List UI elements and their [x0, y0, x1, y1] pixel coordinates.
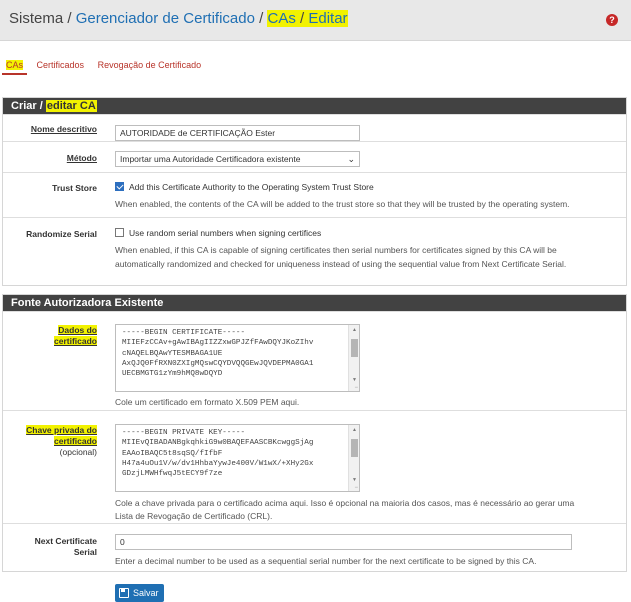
tab-cas[interactable]: CAs [2, 57, 28, 75]
panel-existing-source-title: Fonte Autorizadora Existente [3, 295, 626, 311]
resize-handle-icon[interactable]: − [354, 385, 358, 391]
private-key-textarea[interactable]: -----BEGIN PRIVATE KEY----- MIIEvQIBADAN… [115, 424, 360, 492]
tab-bar: CAs Certificados Revogação de Certificad… [2, 57, 208, 79]
randomize-serial-help-2: automatically randomized and checked for… [115, 259, 567, 269]
row-next-serial: Next Certificate Serial 0 Enter a decima… [3, 523, 626, 571]
trust-store-checkbox-label: Add this Certificate Authority to the Op… [129, 182, 374, 192]
method-select[interactable]: Importar uma Autoridade Certificadora ex… [115, 151, 360, 167]
breadcrumb-root: Sistema [9, 10, 64, 27]
panel-edit-ca-title: Criar / editar CA [3, 98, 626, 114]
scroll-up-icon[interactable]: ▲ [352, 427, 357, 433]
scrollbar-thumb[interactable] [351, 439, 358, 457]
scroll-up-icon[interactable]: ▲ [352, 327, 357, 333]
randomize-serial-checkbox-label: Use random serial numbers when signing c… [129, 228, 322, 238]
row-randomize-serial: Randomize Serial Use random serial numbe… [3, 217, 626, 277]
next-serial-input[interactable]: 0 [115, 534, 572, 550]
trust-store-help: When enabled, the contents of the CA wil… [115, 199, 570, 209]
scroll-down-icon[interactable]: ▼ [352, 477, 357, 483]
scrollbar[interactable]: ▲ ▼ [348, 325, 359, 391]
row-method: Método Importar uma Autoridade Certifica… [3, 141, 626, 172]
private-key-label: Chave privada do certificado (opcional) [26, 425, 97, 457]
breadcrumb-cas[interactable]: CAs [267, 10, 295, 27]
chevron-down-icon: ⌄ [347, 154, 355, 164]
save-disk-icon [119, 588, 129, 598]
panel-edit-ca: Criar / editar CA Nome descritivo AUTORI… [2, 97, 627, 286]
trust-store-label: Trust Store [52, 183, 97, 193]
scrollbar-thumb[interactable] [351, 339, 358, 357]
panel-existing-source: Fonte Autorizadora Existente Dados do ce… [2, 294, 627, 572]
breadcrumb-edit[interactable]: Editar [308, 10, 347, 27]
tab-certificados[interactable]: Certificados [33, 57, 89, 73]
resize-handle-icon[interactable]: − [354, 485, 358, 491]
certificate-data-label: Dados do certificado [54, 325, 97, 346]
randomize-serial-label: Randomize Serial [26, 229, 97, 239]
randomize-serial-checkbox[interactable] [115, 228, 124, 237]
certificate-data-help: Cole um certificado em formato X.509 PEM… [115, 397, 300, 407]
scrollbar[interactable]: ▲ ▼ [348, 425, 359, 491]
next-serial-label: Next Certificate Serial [34, 536, 97, 557]
breadcrumb-cert-manager[interactable]: Gerenciador de Certificado [76, 10, 255, 27]
breadcrumb-highlight: CAs / Editar [267, 10, 348, 27]
trust-store-checkbox[interactable] [115, 182, 124, 191]
method-label: Método [66, 153, 97, 163]
descriptive-name-label: Nome descritivo [30, 124, 97, 134]
row-descriptive-name: Nome descritivo AUTORIDADE de CERTIFICAÇ… [3, 114, 626, 141]
row-private-key: Chave privada do certificado (opcional) … [3, 410, 626, 523]
descriptive-name-input[interactable]: AUTORIDADE de CERTIFICAÇÃO Ester [115, 125, 360, 141]
randomize-serial-help-1: When enabled, if this CA is capable of s… [115, 245, 557, 255]
breadcrumb: Sistema / Gerenciador de Certificado / C… [9, 10, 348, 27]
row-trust-store: Trust Store Add this Certificate Authori… [3, 172, 626, 217]
save-button[interactable]: Salvar [115, 584, 164, 602]
row-certificate-data: Dados do certificado -----BEGIN CERTIFIC… [3, 311, 626, 410]
next-serial-help: Enter a decimal number to be used as a s… [115, 556, 537, 566]
top-bar: Sistema / Gerenciador de Certificado / C… [0, 0, 631, 41]
question-circle-icon[interactable]: ? [606, 14, 618, 26]
private-key-help-2: Lista de Revogação de Certificado (CRL). [115, 511, 273, 521]
tab-revogacao[interactable]: Revogação de Certificado [94, 57, 206, 73]
private-key-help-1: Cole a chave privada para o certificado … [115, 498, 575, 508]
scroll-down-icon[interactable]: ▼ [352, 377, 357, 383]
certificate-data-textarea[interactable]: -----BEGIN CERTIFICATE----- MIIEFzCCAv+g… [115, 324, 360, 392]
